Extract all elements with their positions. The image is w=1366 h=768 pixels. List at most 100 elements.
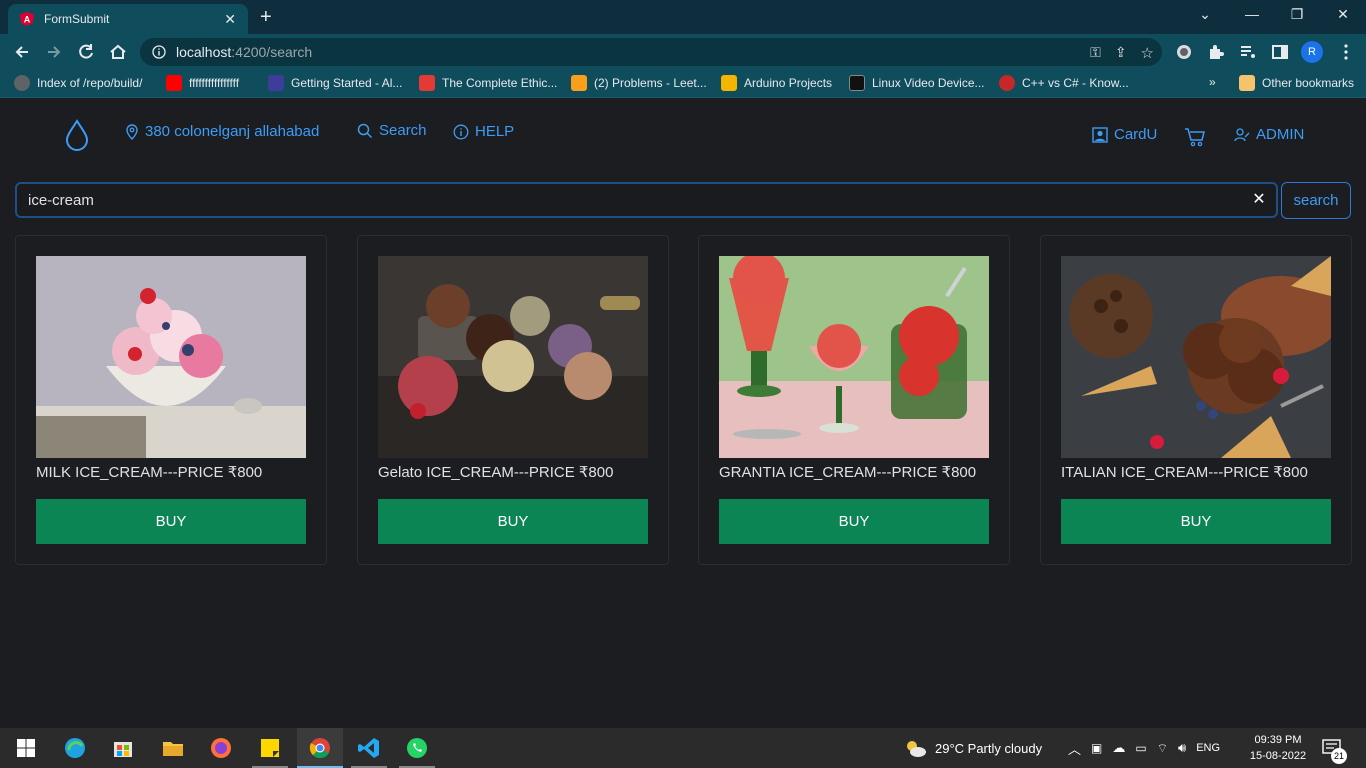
notifications[interactable]: 21	[1322, 728, 1347, 768]
language-indicator[interactable]: ENG	[1196, 742, 1220, 754]
meet-icon[interactable]: ▣	[1091, 741, 1102, 755]
battery-icon[interactable]: ▭	[1135, 741, 1146, 755]
nav-card-label: CardU	[1114, 126, 1158, 143]
windows-taskbar: 29°C Partly cloudy ︿ ▣ ☁ ▭ ⌔ 🔊︎ ENG 09:3…	[0, 728, 1366, 768]
browser-tab[interactable]: A FormSubmit ✕	[8, 4, 248, 34]
user-card-icon	[1092, 126, 1108, 143]
clock[interactable]: 09:39 PM 15-08-2022	[1248, 732, 1308, 764]
info-icon[interactable]	[152, 45, 166, 59]
user-icon	[1234, 127, 1250, 141]
bookmark-star-icon[interactable]: ☆	[1141, 44, 1154, 62]
bookmark-item[interactable]: Linux Video Device...	[849, 75, 985, 91]
restore-icon[interactable]: ❐	[1287, 6, 1307, 23]
key-icon[interactable]: ⚿	[1090, 44, 1101, 62]
home-icon[interactable]	[108, 42, 128, 62]
nav-admin[interactable]: ADMIN	[1234, 126, 1304, 143]
site-icon	[849, 75, 865, 91]
granita-image	[719, 256, 989, 458]
angular-icon: A	[20, 12, 34, 26]
edge-icon[interactable]	[63, 736, 87, 760]
sidepanel-icon[interactable]	[1270, 42, 1290, 62]
windows-start-icon[interactable]	[14, 736, 38, 760]
search-button[interactable]: search	[1281, 182, 1351, 219]
product-title: MILK ICE_CREAM---PRICE ₹800	[36, 464, 263, 481]
partly-cloudy-icon	[907, 741, 926, 757]
nav-card[interactable]: CardU	[1092, 126, 1157, 143]
whatsapp-icon[interactable]	[405, 736, 429, 760]
globe-icon	[14, 75, 30, 91]
search-input[interactable]	[15, 182, 1278, 218]
buy-button[interactable]: BUY	[36, 499, 306, 544]
bookmark-item[interactable]: C++ vs C# - Know...	[999, 75, 1129, 91]
tray-chevron-icon[interactable]: ︿	[1068, 739, 1081, 758]
product-image	[378, 256, 648, 458]
product-card: MILK ICE_CREAM---PRICE ₹800 BUY	[15, 235, 327, 565]
tab-title: FormSubmit	[44, 12, 110, 26]
onedrive-icon[interactable]: ☁	[1112, 740, 1125, 756]
bookmarks-overflow-icon[interactable]: »	[1209, 75, 1216, 89]
volume-icon[interactable]: 🔊︎	[1178, 740, 1186, 756]
new-tab-icon[interactable]: +	[260, 6, 272, 29]
buy-button[interactable]: BUY	[378, 499, 648, 544]
nav-location[interactable]: 380 colonelganj allahabad	[125, 123, 319, 140]
clock-time: 09:39 PM	[1254, 734, 1302, 746]
forward-icon[interactable]	[44, 42, 64, 62]
bookmark-item[interactable]: Getting Started - Al...	[268, 75, 402, 91]
bookmark-item[interactable]: The Complete Ethic...	[419, 75, 557, 91]
weather-widget[interactable]: 29°C Partly cloudy	[903, 728, 1042, 768]
browser-titlebar: A FormSubmit ✕ + ⌄ — ❐ ✕	[0, 0, 1366, 34]
bookmark-item[interactable]: Index of /repo/build/	[14, 75, 142, 91]
share-icon[interactable]: ⇪	[1115, 44, 1127, 62]
firefox-icon[interactable]	[209, 736, 233, 760]
window-close-icon[interactable]: ✕	[1333, 6, 1353, 23]
cart-icon[interactable]	[1184, 127, 1206, 147]
location-pin-icon	[126, 123, 138, 140]
tab-close-icon[interactable]: ✕	[224, 11, 236, 28]
italian-icecream-image	[1061, 256, 1331, 458]
extension-icon[interactable]	[1174, 42, 1194, 62]
search-icon	[357, 123, 373, 138]
bookmark-item[interactable]: Arduino Projects	[721, 75, 832, 91]
product-card: ITALIAN ICE_CREAM---PRICE ₹800 BUY	[1040, 235, 1352, 565]
reload-icon[interactable]	[76, 42, 96, 62]
menu-icon[interactable]	[1336, 42, 1356, 62]
bookmark-item[interactable]: (2) Problems - Leet...	[571, 75, 707, 91]
site-icon	[419, 75, 435, 91]
media-icon[interactable]	[1238, 42, 1258, 62]
gelato-image	[378, 256, 648, 458]
vscode-icon[interactable]	[357, 736, 381, 760]
product-title: Gelato ICE_CREAM---PRICE ₹800	[378, 464, 614, 481]
notification-count: 21	[1331, 748, 1347, 764]
address-bar[interactable]: localhost:4200/search ⚿ ⇪ ☆	[140, 38, 1162, 66]
minimize-icon[interactable]: —	[1242, 6, 1262, 22]
profile-avatar[interactable]: R	[1301, 41, 1323, 63]
product-title: GRANTIA ICE_CREAM---PRICE ₹800	[719, 464, 977, 481]
brand-logo-icon[interactable]	[64, 119, 90, 151]
product-image	[1061, 256, 1331, 458]
folder-icon	[1239, 75, 1255, 91]
bookmark-item[interactable]: ffffffffffffffff	[166, 75, 239, 91]
sticky-notes-icon[interactable]	[258, 736, 282, 760]
buy-button[interactable]: BUY	[719, 499, 989, 544]
nav-admin-label: ADMIN	[1256, 126, 1305, 143]
nav-search[interactable]: Search	[357, 122, 427, 139]
clear-search-icon[interactable]: ✕	[1251, 192, 1267, 208]
weather-text: 29°C Partly cloudy	[935, 740, 1043, 756]
store-icon[interactable]	[111, 736, 135, 760]
puzzle-icon[interactable]	[1206, 42, 1226, 62]
network-icon[interactable]: ⌔	[1157, 741, 1168, 756]
clock-date: 15-08-2022	[1249, 750, 1307, 762]
back-icon[interactable]	[12, 42, 32, 62]
youtube-icon	[166, 75, 182, 91]
tab-search-icon[interactable]: ⌄	[1195, 6, 1215, 23]
chrome-icon[interactable]	[308, 736, 332, 760]
file-explorer-icon[interactable]	[161, 736, 185, 760]
other-bookmarks[interactable]: Other bookmarks	[1239, 75, 1354, 91]
nav-search-label: Search	[379, 122, 427, 139]
product-title: ITALIAN ICE_CREAM---PRICE ₹800	[1061, 464, 1308, 481]
svg-text:A: A	[24, 15, 31, 25]
nav-help[interactable]: HELP	[453, 123, 514, 140]
buy-button[interactable]: BUY	[1061, 499, 1331, 544]
product-card: GRANTIA ICE_CREAM---PRICE ₹800 BUY	[698, 235, 1010, 565]
system-tray: ︿ ▣ ☁ ▭ ⌔ 🔊︎ ENG	[1068, 728, 1220, 768]
